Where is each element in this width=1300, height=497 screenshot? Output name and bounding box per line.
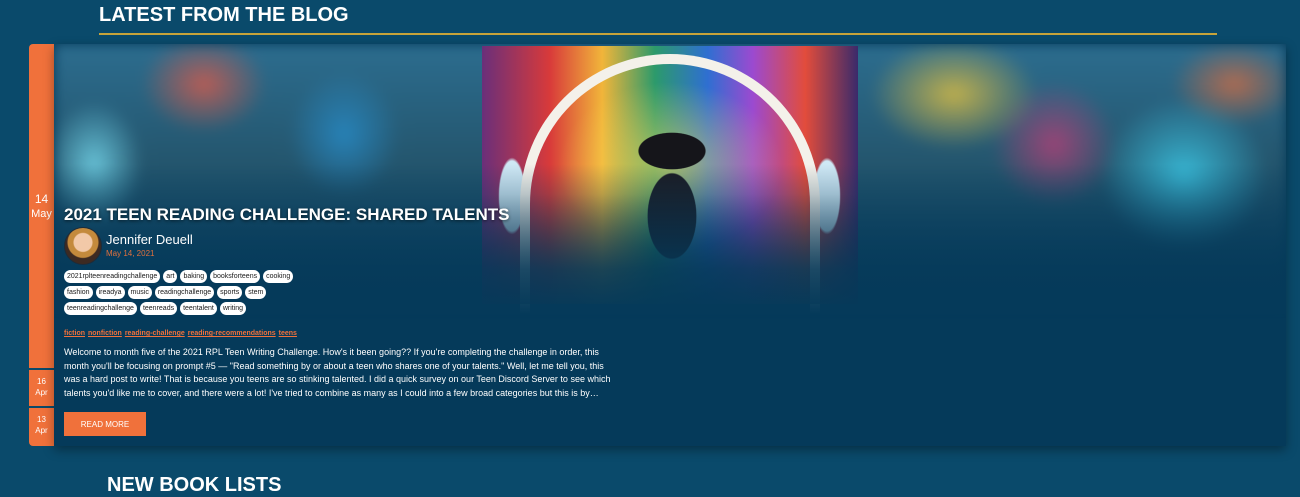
category-link[interactable]: reading-recommendations — [188, 330, 276, 337]
tag-chip[interactable]: baking — [180, 270, 208, 283]
author-avatar — [64, 227, 102, 265]
date-day: 14 — [34, 192, 49, 206]
tag-chip[interactable]: readingchallenge — [154, 286, 215, 299]
tag-chip[interactable]: music — [127, 286, 152, 299]
tag-chip[interactable]: 2021rplteenreadingchallenge — [64, 270, 161, 283]
tag-chip[interactable]: teentalent — [180, 302, 217, 315]
category-link[interactable]: fiction — [64, 330, 85, 337]
tag-chip[interactable]: teenreadingchallenge — [64, 302, 137, 315]
tag-list: 2021rplteenreadingchallenge art baking b… — [64, 270, 304, 315]
title-divider — [99, 33, 1217, 35]
category-list: fiction nonfiction reading-challenge rea… — [64, 330, 297, 337]
category-link[interactable]: nonfiction — [88, 330, 122, 337]
date-tab-active[interactable]: 14 May — [29, 44, 54, 368]
blog-post-card: 2021 TEEN READING CHALLENGE: SHARED TALE… — [54, 44, 1286, 446]
tag-chip[interactable]: art — [163, 270, 178, 283]
date-selector: 14 May 16 Apr 13 Apr — [29, 44, 54, 446]
date-tab[interactable]: 16 Apr — [29, 370, 54, 406]
tag-chip[interactable]: teenreads — [139, 302, 178, 315]
date-month: Apr — [35, 426, 48, 435]
tag-chip[interactable]: ireadya — [95, 286, 125, 299]
date-day: 16 — [37, 377, 46, 386]
tag-chip[interactable]: writing — [219, 302, 247, 315]
tag-chip[interactable]: cooking — [263, 270, 294, 283]
date-month: May — [31, 208, 52, 220]
category-link[interactable]: teens — [279, 330, 297, 337]
date-month: Apr — [35, 388, 48, 397]
read-more-button[interactable]: READ MORE — [64, 412, 146, 436]
category-link[interactable]: reading-challenge — [125, 330, 185, 337]
post-date: May 14, 2021 — [106, 249, 155, 258]
section-title: LATEST FROM THE BLOG — [99, 4, 349, 26]
tag-chip[interactable]: fashion — [64, 286, 93, 299]
date-tab[interactable]: 13 Apr — [29, 408, 54, 446]
tag-chip[interactable]: stem — [245, 286, 267, 299]
tag-chip[interactable]: booksforteens — [210, 270, 261, 283]
date-day: 13 — [37, 415, 46, 424]
post-excerpt: Welcome to month five of the 2021 RPL Te… — [64, 347, 611, 398]
post-title[interactable]: 2021 TEEN READING CHALLENGE: SHARED TALE… — [64, 205, 510, 225]
next-section-title: NEW BOOK LISTS — [107, 474, 282, 496]
tag-chip[interactable]: sports — [217, 286, 243, 299]
author-name: Jennifer Deuell — [106, 232, 193, 247]
